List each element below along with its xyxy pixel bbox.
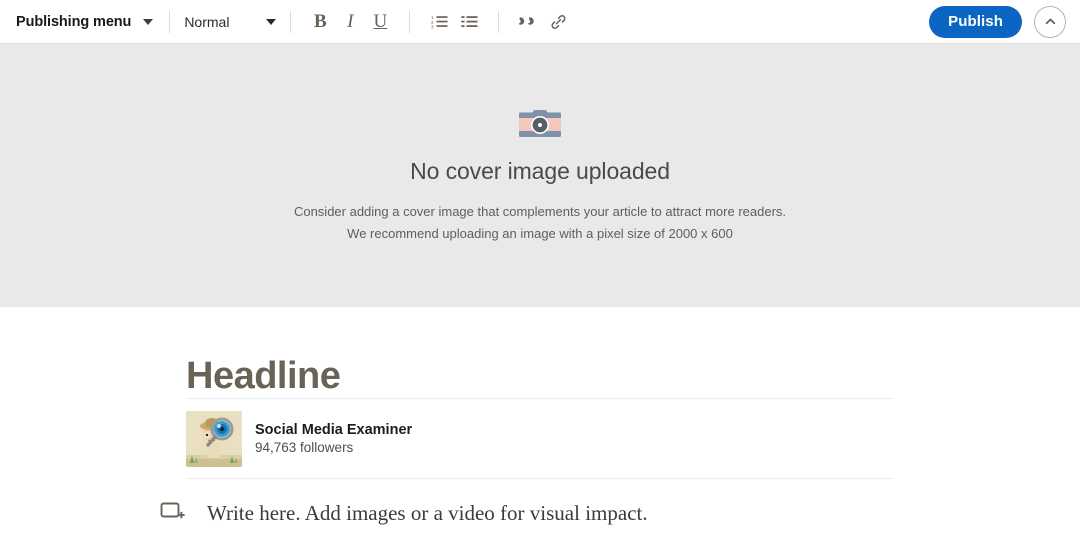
add-media-icon <box>160 502 185 519</box>
text-format-group: B I U <box>305 0 395 43</box>
quote-icon <box>518 17 534 25</box>
article-body-row: Write here. Add images or a video for vi… <box>160 479 920 526</box>
collapse-toolbar-button[interactable] <box>1034 5 1066 38</box>
cover-empty-title: No cover image uploaded <box>410 158 670 184</box>
author-name: Social Media Examiner <box>255 422 413 438</box>
numbered-list-button[interactable]: 1 2 3 <box>424 7 454 37</box>
link-button[interactable] <box>543 7 573 37</box>
article-body-input[interactable]: Write here. Add images or a video for vi… <box>207 501 648 526</box>
publishing-menu-dropdown[interactable]: Publishing menu <box>14 12 155 32</box>
add-media-button[interactable] <box>160 500 186 526</box>
headline-input[interactable]: Headline <box>186 307 894 398</box>
quote-button[interactable] <box>513 7 543 37</box>
publish-button[interactable]: Publish <box>929 5 1022 38</box>
author-followers: 94,763 followers <box>255 440 354 455</box>
avatar <box>186 410 242 467</box>
toolbar-separator <box>169 10 171 33</box>
toolbar-actions: Publish <box>929 5 1066 38</box>
cover-hint-line-2: We recommend uploading an image with a p… <box>347 226 733 241</box>
list-format-group: 1 2 3 <box>424 0 484 43</box>
chevron-down-icon <box>266 18 277 25</box>
text-style-value: Normal <box>184 13 230 30</box>
cover-image-dropzone[interactable]: No cover image uploaded Consider adding … <box>0 44 1080 307</box>
author-byline: Social Media Examiner 94,763 followers <box>186 399 894 478</box>
italic-button[interactable]: I <box>335 7 365 37</box>
bulleted-list-button[interactable] <box>454 7 484 37</box>
text-style-dropdown[interactable]: Normal <box>184 13 277 30</box>
publishing-menu-label: Publishing menu <box>16 13 132 30</box>
toolbar-separator <box>498 10 500 33</box>
link-icon <box>551 14 566 29</box>
chevron-up-icon <box>1045 18 1055 25</box>
svg-text:3: 3 <box>431 25 434 29</box>
insert-group <box>513 0 573 43</box>
article-editor: Headline Social Media Examiner 94,763 fo… <box>0 307 1080 526</box>
numbered-list-icon: 1 2 3 <box>431 15 448 29</box>
toolbar-separator <box>290 10 292 33</box>
bold-button[interactable]: B <box>305 7 335 37</box>
cover-hint-line-1: Consider adding a cover image that compl… <box>293 204 787 219</box>
camera-icon <box>516 106 564 144</box>
underline-button[interactable]: U <box>365 7 395 37</box>
author-meta: Social Media Examiner 94,763 followers <box>255 422 412 455</box>
editor-toolbar: Publishing menu Normal B I U 1 2 3 Publi… <box>0 0 1080 44</box>
chevron-down-icon <box>143 18 154 25</box>
bulleted-list-icon <box>461 16 478 27</box>
social-media-examiner-avatar <box>186 410 242 467</box>
toolbar-separator <box>409 10 411 33</box>
